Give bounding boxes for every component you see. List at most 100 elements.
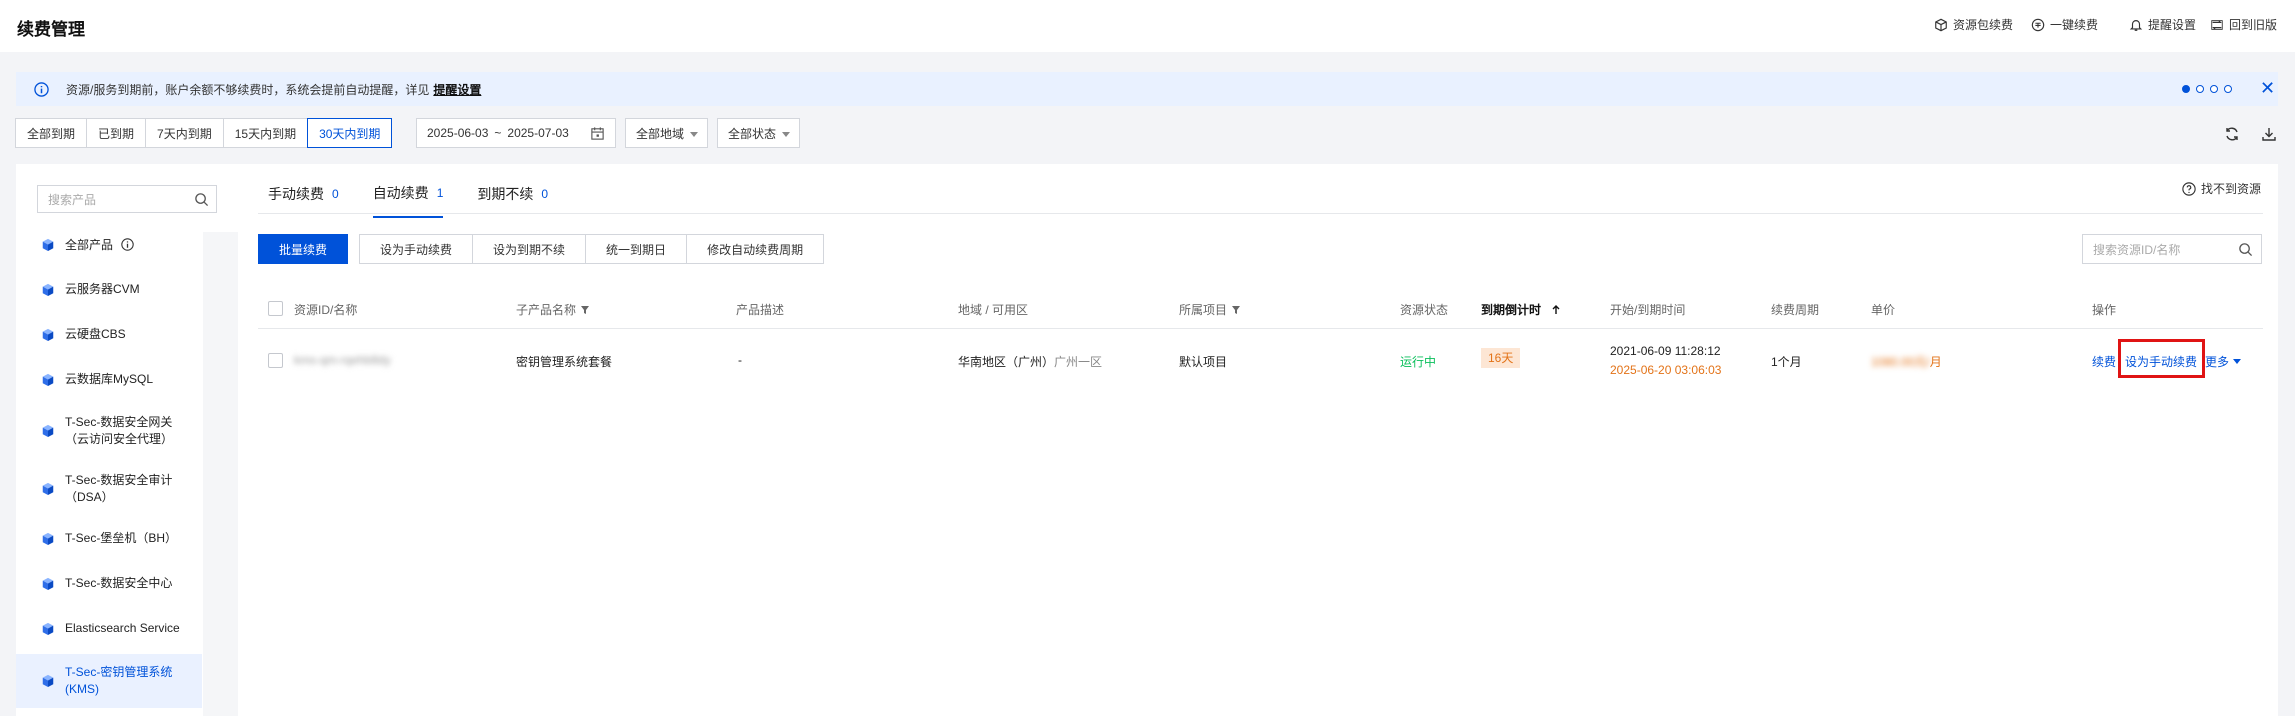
sidebar-item-label: T-Sec-数据安全中心 [65, 576, 173, 590]
calendar-icon [591, 127, 604, 140]
row-checkbox[interactable] [268, 353, 283, 368]
notice-banner: 资源/服务到期前，账户余额不够续费时，系统会提前自动提醒，详见 提醒设置 ✕ [16, 72, 2278, 106]
filter-30-days[interactable]: 30天内到期 [307, 118, 393, 148]
date-separator: ~ [494, 126, 502, 140]
reminder-settings-label: 提醒设置 [2148, 18, 2197, 32]
region-select[interactable]: 全部地域 [625, 118, 708, 148]
sidebar-item-label: T-Sec-数据安全网关 （云访问安全代理） [65, 414, 173, 448]
zone-text: 广州一区 [1054, 355, 1103, 369]
sidebar-item-cvm[interactable]: 云服务器CVM [16, 277, 202, 303]
cube-icon [42, 532, 54, 546]
sidebar-item-text: T-Sec-密钥管理系统 [65, 665, 173, 679]
notice-text: 资源/服务到期前，账户余额不够续费时，系统会提前自动提醒，详见 提醒设置 [66, 81, 481, 98]
tab-divider [258, 213, 2263, 214]
sidebar-item-label: T-Sec-堡垒机（BH） [65, 531, 178, 545]
reminder-settings-link[interactable]: 提醒设置 [2129, 16, 2196, 33]
set-no-renew-button[interactable]: 设为到期不续 [472, 234, 587, 264]
refresh-icon[interactable] [2224, 126, 2240, 142]
column-header-project: 所属项目 [1179, 301, 1241, 318]
filter-15-days[interactable]: 15天内到期 [222, 118, 309, 148]
unify-expiry-date-button[interactable]: 统一到期日 [585, 234, 688, 264]
notice-message: 资源/服务到期前，账户余额不够续费时，系统会提前自动提醒，详见 [66, 82, 430, 97]
more-dropdown[interactable]: 更多 [2205, 353, 2242, 370]
sidebar-item-bastion-host[interactable]: T-Sec-堡垒机（BH） [16, 526, 202, 552]
countdown-badge: 16天 [1481, 348, 1521, 368]
pagination-dot[interactable] [2210, 85, 2218, 93]
sort-ascending-icon[interactable] [1551, 304, 1561, 315]
pagination-dot[interactable] [2224, 85, 2232, 93]
tab-label: 到期不续 [477, 186, 534, 202]
date-end: 2025-07-03 [507, 126, 569, 140]
cube-icon [42, 424, 54, 438]
filter-expired[interactable]: 已到期 [86, 118, 147, 148]
date-start: 2025-06-03 [427, 126, 489, 140]
filter-7-days[interactable]: 7天内到期 [145, 118, 224, 148]
set-manual-renew-button[interactable]: 设为手动续费 [359, 234, 474, 264]
search-icon [2239, 243, 2253, 257]
filter-icon[interactable] [1231, 305, 1241, 315]
back-to-old-version-link[interactable]: 回到旧版 [2210, 16, 2277, 33]
highlight-box [2118, 339, 2205, 378]
sidebar-scrollbar[interactable] [203, 232, 238, 716]
pagination-dot[interactable] [2196, 85, 2204, 93]
one-click-renew-link[interactable]: 一键续费 [2031, 16, 2098, 33]
cube-icon [42, 328, 54, 342]
cannot-find-resource-link[interactable]: 找不到资源 [2182, 180, 2261, 197]
sidebar-item-label: 云数据库MySQL [65, 372, 154, 386]
renew-link[interactable]: 续费 [2092, 353, 2116, 370]
bell-icon [2129, 19, 2143, 31]
batch-renew-button[interactable]: 批量续费 [258, 234, 349, 264]
sidebar-item-data-security-gateway[interactable]: T-Sec-数据安全网关 （云访问安全代理） [16, 410, 202, 452]
expiry-time-cell: 2025-06-20 03:06:03 [1610, 363, 1722, 377]
filter-all-expiry[interactable]: 全部到期 [15, 118, 88, 148]
cube-icon [42, 283, 54, 297]
pagination-dot[interactable] [2182, 85, 2190, 93]
switch-icon [2211, 19, 2223, 30]
column-header-time: 开始/到期时间 [1610, 301, 1685, 318]
sidebar-item-text: T-Sec-数据安全审计 [65, 473, 173, 487]
sidebar-item-kms[interactable]: T-Sec-密钥管理系统 (KMS) [16, 654, 202, 708]
modify-auto-renew-period-button[interactable]: 修改自动续费周期 [686, 234, 825, 264]
region-select-value: 全部地域 [636, 126, 685, 141]
cube-icon [42, 622, 54, 636]
notice-reminder-link[interactable]: 提醒设置 [433, 83, 481, 97]
column-header-description: 产品描述 [736, 301, 784, 318]
product-search-placeholder: 搜索产品 [48, 192, 97, 207]
column-header-region: 地域 / 可用区 [958, 301, 1028, 318]
package-icon [1935, 18, 1947, 31]
column-header-text: 子产品名称 [516, 303, 577, 317]
cube-icon [42, 373, 54, 387]
page-title: 续费管理 [17, 20, 85, 39]
cannot-find-resource-label: 找不到资源 [2201, 182, 2262, 196]
chevron-down-icon [2233, 359, 2242, 364]
sidebar-item-all-products[interactable]: 全部产品 [16, 232, 202, 258]
select-all-checkbox[interactable] [268, 301, 283, 316]
package-renew-link[interactable]: 资源包续费 [1934, 16, 2013, 33]
column-header-text: 资源状态 [1400, 303, 1449, 317]
price-value: 1080.00元/ [1871, 355, 1930, 369]
sidebar-item-elasticsearch[interactable]: Elasticsearch Service [16, 616, 202, 642]
close-icon[interactable]: ✕ [2260, 78, 2275, 99]
sidebar-item-cbs[interactable]: 云硬盘CBS [16, 322, 202, 348]
column-header-text: 资源ID/名称 [294, 303, 358, 317]
column-header-text: 续费周期 [1771, 303, 1820, 317]
date-range-picker[interactable]: 2025-06-03 ~ 2025-07-03 [416, 118, 616, 148]
download-icon[interactable] [2261, 126, 2277, 142]
column-header-countdown[interactable]: 到期倒计时 [1481, 301, 1561, 318]
sidebar-item-label: Elasticsearch Service [65, 621, 180, 635]
sidebar-item-data-security-center[interactable]: T-Sec-数据安全中心 [16, 571, 202, 597]
resource-id-cell[interactable]: kms-qm-rqehb8dy [294, 353, 391, 367]
sidebar-item-mysql[interactable]: 云数据库MySQL [16, 367, 202, 393]
filter-icon[interactable] [580, 305, 590, 315]
sidebar-item-label: 全部产品 [65, 237, 135, 254]
resource-search-input[interactable]: 搜索资源ID/名称 [2082, 234, 2262, 264]
status-select[interactable]: 全部状态 [717, 118, 800, 148]
back-to-old-version-label: 回到旧版 [2229, 18, 2278, 32]
info-icon [34, 82, 49, 97]
sidebar-item-text: 全部产品 [65, 237, 114, 252]
sidebar-item-dsa[interactable]: T-Sec-数据安全审计 （DSA） [16, 468, 202, 510]
product-search-input[interactable]: 搜索产品 [37, 185, 217, 213]
sidebar-item-subtext: (KMS) [65, 682, 99, 696]
info-icon[interactable] [121, 237, 135, 251]
tab-count: 0 [541, 187, 549, 201]
